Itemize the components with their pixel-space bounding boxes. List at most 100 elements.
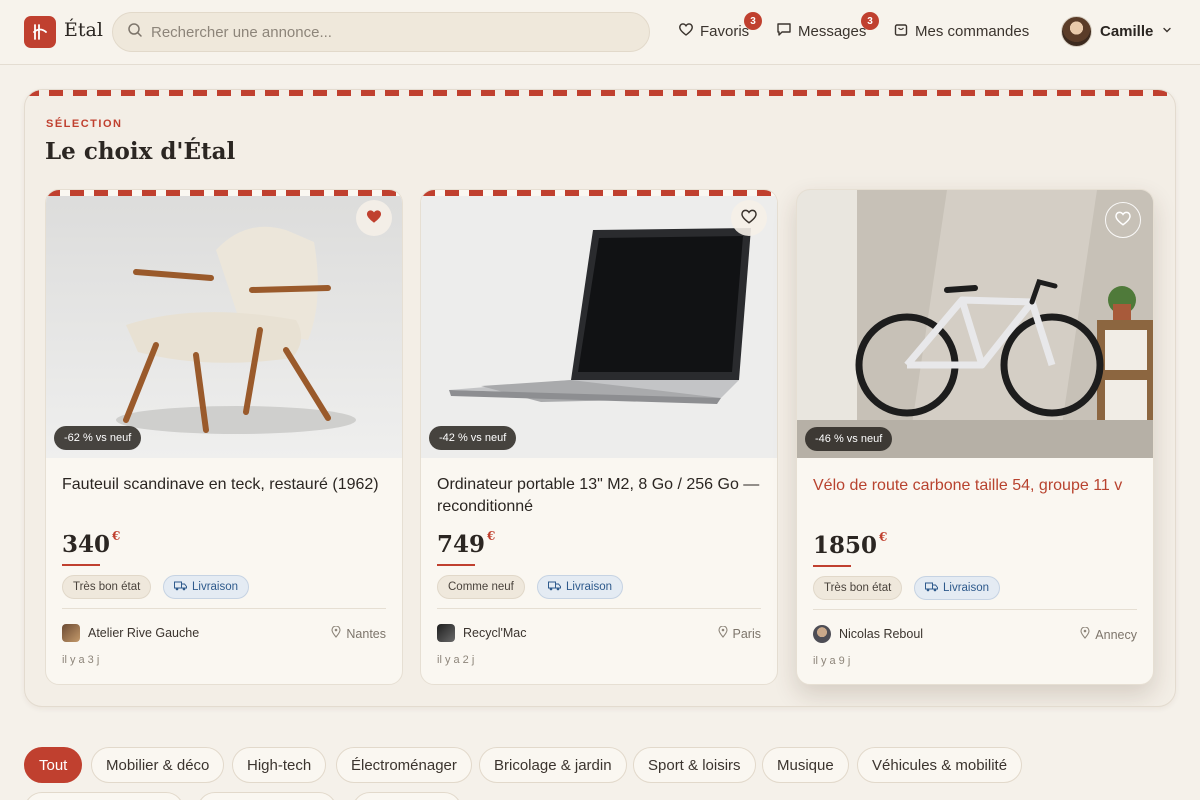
pin-icon (1080, 626, 1090, 642)
price-amount: 340 (62, 531, 111, 558)
seller-avatar (437, 624, 455, 642)
category-pill-more[interactable] (24, 792, 184, 800)
price-currency: € (112, 529, 121, 543)
price-underline (62, 564, 100, 566)
product-image-laptop[interactable] (421, 190, 777, 458)
price-currency: € (487, 529, 496, 543)
truck-icon (174, 581, 187, 594)
user-name: Camille (1100, 23, 1154, 40)
category-pill-more[interactable] (197, 792, 337, 800)
price-amount: 749 (437, 531, 486, 558)
decorative-stripe (25, 90, 1175, 96)
category-pill-appliances[interactable]: Électroménager (336, 747, 472, 783)
condition-chip: Comme neuf (437, 575, 525, 599)
product-card[interactable]: -42 % vs neuf Ordinateur portable 13" M2… (420, 189, 778, 685)
product-title[interactable]: Ordinateur portable 13" M2, 8 Go / 256 G… (437, 474, 763, 518)
heart-filled-icon (365, 207, 383, 230)
product-card[interactable]: -46 % vs neuf Vélo de route carbone tail… (796, 189, 1154, 685)
location: Annecy (1080, 626, 1137, 642)
seller-info[interactable]: Nicolas Reboul (813, 625, 923, 643)
favorite-button[interactable] (731, 200, 767, 236)
truck-icon (925, 582, 938, 595)
pin-icon (717, 625, 728, 641)
seller-avatar (813, 625, 831, 643)
product-image-bike[interactable] (797, 190, 1153, 458)
search-input[interactable] (151, 23, 631, 41)
pin-icon (331, 625, 341, 641)
brand-name[interactable]: Étal (64, 19, 103, 41)
seller-avatar (62, 624, 80, 642)
top-bar: Étal Favoris 3 Messages 3 Mes commandes … (0, 0, 1200, 65)
seller-info[interactable]: Atelier Rive Gauche (62, 624, 199, 642)
location: Paris (717, 625, 761, 641)
divider (813, 609, 1137, 610)
condition-chip: Très bon état (62, 575, 152, 599)
posted-time: il y a 2 j (437, 654, 475, 666)
search-bar[interactable] (112, 12, 650, 52)
product-image-armchair[interactable] (46, 190, 402, 458)
heart-icon (740, 207, 758, 230)
chevron-down-icon (1161, 23, 1173, 41)
price-underline (813, 565, 851, 567)
category-pill-hightech[interactable]: High-tech (232, 747, 327, 783)
favorites-label: Favoris (700, 22, 750, 40)
shipping-chip: Livraison (163, 575, 250, 599)
bag-icon (893, 21, 909, 41)
product-price: 749 € (437, 529, 496, 558)
product-title[interactable]: Fauteuil scandinave en teck, restauré (1… (62, 474, 388, 496)
product-title[interactable]: Vélo de route carbone taille 54, groupe … (813, 475, 1139, 497)
discount-badge: -46 % vs neuf (805, 427, 893, 451)
shipping-label: Livraison (566, 581, 613, 593)
divider (437, 608, 761, 609)
selection-panel: SÉLECTION Le choix d'Étal -62 % vs neuf … (24, 89, 1176, 707)
favorite-button[interactable] (1105, 202, 1141, 238)
favorites-badge: 3 (744, 12, 762, 30)
favorite-button[interactable] (356, 200, 392, 236)
search-icon (127, 22, 143, 43)
messages-label: Messages (798, 22, 867, 40)
truck-icon (548, 581, 561, 594)
posted-time: il y a 9 j (813, 655, 851, 667)
category-pill-vehicles[interactable]: Véhicules & mobilité (857, 747, 1023, 783)
favorites-link[interactable]: Favoris (678, 21, 749, 41)
product-card[interactable]: -62 % vs neuf Fauteuil scandinave en tec… (45, 189, 403, 685)
location-label: Annecy (1095, 627, 1137, 642)
seller-name: Nicolas Reboul (839, 627, 924, 641)
logo-icon[interactable] (24, 16, 56, 48)
orders-link[interactable]: Mes commandes (893, 21, 1029, 41)
category-pill-furniture[interactable]: Mobilier & déco (91, 747, 225, 783)
messages-badge: 3 (861, 12, 879, 30)
discount-badge: -62 % vs neuf (54, 426, 142, 450)
divider (62, 608, 386, 609)
category-pill-sport[interactable]: Sport & loisirs (633, 747, 756, 783)
decorative-stripe (46, 190, 402, 196)
heart-icon (678, 21, 694, 41)
user-menu[interactable]: Camille (1061, 16, 1173, 47)
seller-name: Recycl'Mac (463, 626, 527, 640)
messages-link[interactable]: Messages (776, 21, 866, 41)
category-pill-more[interactable] (352, 792, 462, 800)
condition-chip: Très bon état (813, 576, 903, 600)
price-amount: 1850 (813, 532, 878, 559)
shipping-label: Livraison (943, 582, 990, 594)
message-icon (776, 21, 792, 41)
location: Nantes (331, 625, 386, 641)
seller-info[interactable]: Recycl'Mac (437, 624, 527, 642)
category-pill-music[interactable]: Musique (762, 747, 849, 783)
discount-badge: -42 % vs neuf (429, 426, 517, 450)
product-price: 340 € (62, 529, 121, 558)
shipping-label: Livraison (192, 581, 239, 593)
decorative-stripe (421, 190, 777, 196)
location-label: Paris (732, 626, 761, 641)
shipping-chip: Livraison (914, 576, 1001, 600)
category-pill-diy-garden[interactable]: Bricolage & jardin (479, 747, 627, 783)
category-pill-all[interactable]: Tout (24, 747, 83, 783)
avatar (1061, 16, 1092, 47)
orders-label: Mes commandes (915, 22, 1030, 40)
location-label: Nantes (346, 626, 386, 641)
product-price: 1850 € (813, 530, 888, 559)
price-currency: € (879, 530, 888, 544)
posted-time: il y a 3 j (62, 654, 100, 666)
section-title: Le choix d'Étal (45, 138, 236, 165)
heart-icon (1114, 209, 1132, 232)
